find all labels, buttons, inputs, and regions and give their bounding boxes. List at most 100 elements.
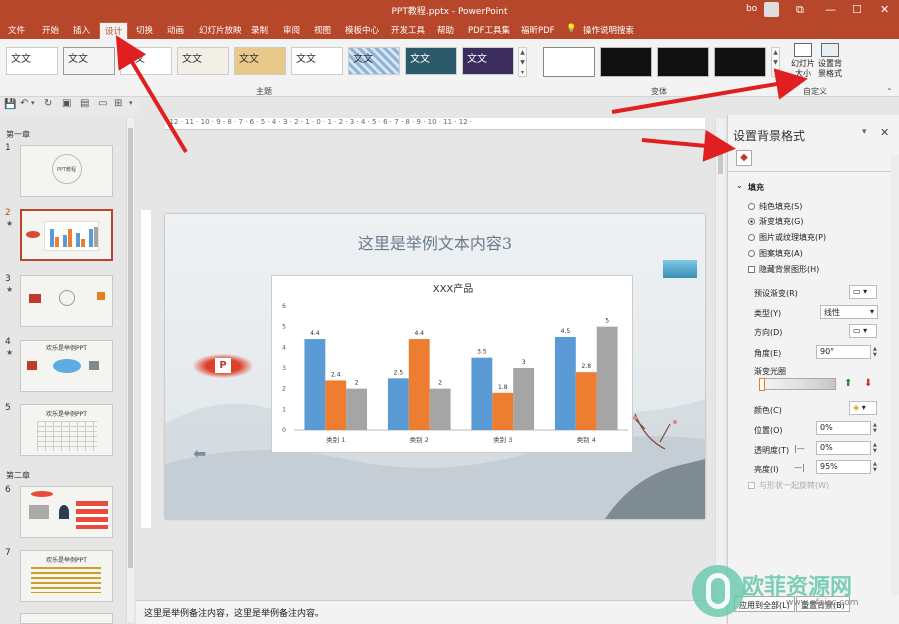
hide-background-checkbox[interactable]: 隐藏背景图形(H)	[748, 264, 819, 275]
theme-thumb[interactable]: 文文	[462, 47, 514, 75]
tab-review[interactable]: 审阅	[283, 24, 300, 36]
theme-thumb[interactable]: 文文	[234, 47, 286, 75]
brightness-input[interactable]: 95%	[816, 460, 871, 474]
remove-stop-icon[interactable]: ⬇	[864, 378, 872, 389]
fill-section-header[interactable]: 填充	[748, 182, 764, 193]
variant-thumb[interactable]	[600, 47, 652, 77]
slide-thumb-4[interactable]: 欢乐是举例PPT	[20, 340, 113, 392]
position-input[interactable]: 0%	[816, 421, 871, 435]
variant-gallery-scroll[interactable]: ▲ ▼ ▾	[771, 47, 780, 77]
tab-developer[interactable]: 开发工具	[391, 24, 425, 36]
customize-qat-icon[interactable]: ▾	[129, 99, 133, 107]
user-name[interactable]: bo	[746, 4, 757, 14]
notes-text[interactable]: 这里是举例备注内容，这里是举例备注内容。	[144, 606, 324, 619]
slide-thumb-2[interactable]	[20, 209, 113, 261]
angle-input[interactable]: 90°	[816, 345, 871, 359]
picture-fill-radio[interactable]: 图片或纹理填充(P)	[748, 232, 826, 243]
slide-thumb-1[interactable]: PPT教程	[20, 145, 113, 197]
slide-thumb-6[interactable]	[20, 486, 113, 538]
variant-thumb[interactable]	[543, 47, 595, 77]
tab-view[interactable]: 视图	[314, 24, 331, 36]
variant-thumb[interactable]	[714, 47, 766, 77]
section-header[interactable]: 第一章	[6, 129, 30, 140]
tab-pdf-tools[interactable]: PDF工具集	[468, 24, 510, 36]
theme-thumb[interactable]: 文文	[405, 47, 457, 75]
solid-fill-radio[interactable]: 纯色填充(S)	[748, 201, 802, 212]
collapse-ribbon-icon[interactable]: ⌃	[886, 87, 893, 96]
tab-slideshow[interactable]: 幻灯片放映	[199, 24, 242, 36]
type-dropdown[interactable]: 线性 ▾	[820, 305, 878, 319]
rotate-with-shape-checkbox[interactable]: 与形状一起旋转(W)	[748, 480, 829, 491]
close-icon[interactable]: ✕	[880, 126, 889, 139]
color-dropdown[interactable]: ◈ ▾	[849, 401, 877, 415]
theme-thumb[interactable]: 文文	[63, 47, 115, 75]
theme-thumb[interactable]: 文文	[120, 47, 172, 75]
chevron-down-icon[interactable]: ⌄	[736, 181, 743, 190]
slide-thumb-3[interactable]	[20, 275, 113, 327]
gradient-fill-radio[interactable]: 渐变填充(G)	[748, 216, 803, 227]
gradient-stops-bar[interactable]	[759, 378, 836, 391]
preset-gradient-dropdown[interactable]: ▭ ▾	[849, 285, 877, 299]
add-stop-icon[interactable]: ⬆	[844, 378, 852, 389]
position-spinner[interactable]: ▲ ▼	[873, 422, 877, 434]
tab-foxit-pdf[interactable]: 福昕PDF	[521, 24, 555, 36]
view-icon[interactable]: ⊞	[114, 98, 122, 109]
redo-icon[interactable]: ↻	[44, 98, 52, 109]
bar	[513, 368, 535, 430]
slide-thumb-5[interactable]: 欢乐是举例PPT	[20, 404, 113, 456]
angle-spinner[interactable]: ▲ ▼	[873, 346, 877, 358]
direction-dropdown[interactable]: ▭ ▾	[849, 324, 877, 338]
pattern-fill-radio[interactable]: 图案填充(A)	[748, 248, 803, 259]
format-background-button[interactable]: 设置背 景格式	[817, 43, 843, 79]
slide-canvas[interactable]: 这里是举例文本内容3 P ⬅ XXX产品 0 1 2 3 4 5 6 类别 1 4.4 2.4 2 类别…	[165, 214, 705, 519]
slide-size-button[interactable]: 幻灯片 大小	[790, 43, 816, 79]
slide-title[interactable]: 这里是举例文本内容3	[165, 230, 705, 254]
theme-thumb[interactable]: 文文	[177, 47, 229, 75]
tab-record[interactable]: 录制	[251, 24, 268, 36]
brightness-spinner[interactable]: ▲ ▼	[873, 461, 877, 473]
tab-animations[interactable]: 动画	[167, 24, 184, 36]
gradient-stops-label: 渐变光圈	[754, 367, 786, 376]
notes-pane[interactable]: 这里是举例备注内容，这里是举例备注内容。	[136, 600, 726, 624]
pane-scrollbar[interactable]	[891, 155, 899, 595]
variant-thumb[interactable]	[657, 47, 709, 77]
photo-thumbnail[interactable]	[663, 260, 697, 278]
tab-home[interactable]: 开始	[42, 24, 59, 36]
tab-help[interactable]: 帮助	[437, 24, 454, 36]
ribbon-display-icon[interactable]: ⧉	[796, 3, 804, 17]
save-icon[interactable]: 💾	[4, 99, 16, 110]
bar-chart[interactable]: XXX产品 0 1 2 3 4 5 6 类别 1 4.4 2.4 2 类别 2 2.5 4.4 2 类别 3 3.…	[271, 275, 633, 453]
powerpoint-logo[interactable]: P	[193, 354, 253, 378]
slide-editor-scrollbar[interactable]	[715, 118, 725, 600]
slide-thumb-8[interactable]	[20, 613, 113, 624]
tab-file[interactable]: 文件	[8, 24, 25, 36]
maximize-button[interactable]: ☐	[852, 3, 862, 16]
tab-insert[interactable]: 插入	[73, 24, 90, 36]
fill-bucket-icon[interactable]: ◆	[736, 150, 752, 166]
transparency-spinner[interactable]: ▲ ▼	[873, 442, 877, 454]
tab-template-center[interactable]: 模板中心	[345, 24, 379, 36]
thumbnail-scrollbar[interactable]	[126, 118, 134, 622]
tell-me-search[interactable]: 操作说明搜索	[583, 24, 634, 36]
minimize-button[interactable]: —	[825, 3, 836, 16]
theme-gallery-scroll[interactable]: ▲ ▼ ▾	[518, 47, 527, 77]
present-icon[interactable]: ▣	[62, 98, 71, 109]
transparency-input[interactable]: 0%	[816, 441, 871, 455]
undo-dropdown-icon[interactable]: ▾	[31, 99, 35, 107]
theme-thumb[interactable]: 文文	[348, 47, 400, 75]
transparency-slider[interactable]: |—	[794, 444, 805, 453]
back-arrow-icon[interactable]: ⬅	[193, 444, 206, 463]
theme-thumb[interactable]: 文文	[6, 47, 58, 75]
theme-thumb[interactable]: 文文	[291, 47, 343, 75]
brightness-slider[interactable]: —|	[794, 463, 805, 472]
section-header[interactable]: 第二章	[6, 470, 30, 481]
pane-options-icon[interactable]: ▾	[862, 127, 867, 137]
close-button[interactable]: ✕	[880, 3, 889, 16]
tab-transitions[interactable]: 切换	[136, 24, 153, 36]
slideshow-icon[interactable]: ▤	[80, 98, 89, 109]
screen-icon[interactable]: ▭	[98, 98, 107, 109]
slide-thumb-7[interactable]: 欢乐是举例PPT	[20, 550, 113, 602]
avatar[interactable]	[764, 2, 779, 17]
tab-design[interactable]: 设计	[99, 22, 129, 39]
undo-icon[interactable]: ↶	[20, 98, 28, 109]
